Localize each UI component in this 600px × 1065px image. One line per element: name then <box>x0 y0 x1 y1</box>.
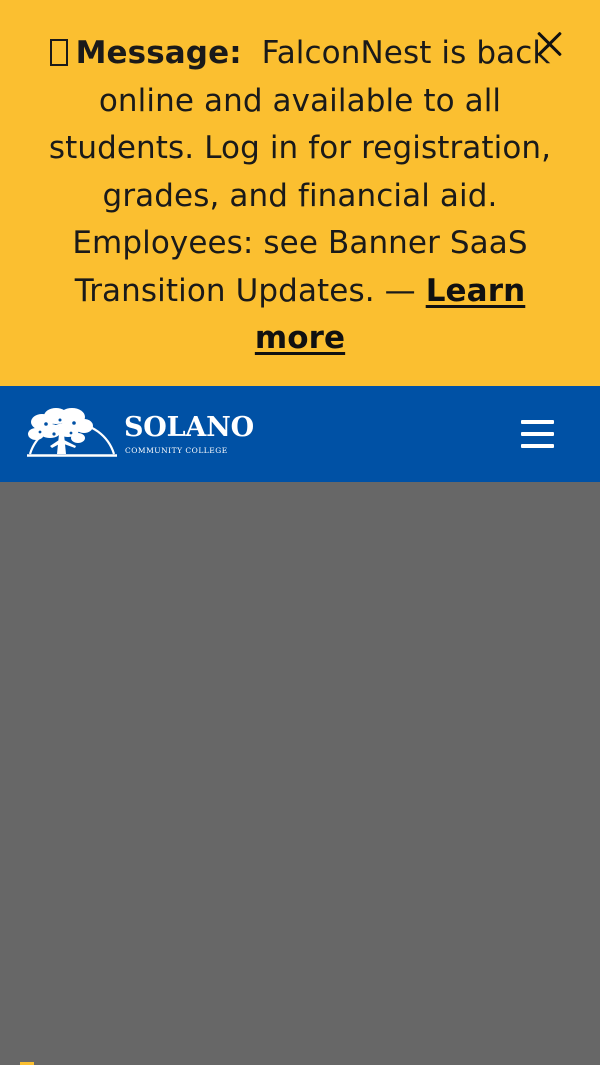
alert-banner: Message: FalconNest is back online and a… <box>0 0 600 386</box>
info-box-icon <box>49 39 68 66</box>
college-logo-link[interactable]: SOLANO COMMUNITY COLLEGE <box>26 404 266 462</box>
logo-title: SOLANO <box>124 412 254 443</box>
site-header: SOLANO COMMUNITY COLLEGE <box>0 386 600 482</box>
oak-tree-logo-icon <box>27 408 117 457</box>
logo-subtitle: COMMUNITY COLLEGE <box>125 446 228 455</box>
alert-label: Message: <box>75 35 242 71</box>
hamburger-menu-icon[interactable] <box>521 419 554 449</box>
close-icon[interactable] <box>532 26 568 62</box>
menu-bar <box>521 432 554 436</box>
menu-bar <box>521 444 554 448</box>
alert-text: Message: FalconNest is back online and a… <box>48 30 552 363</box>
main-content-area <box>0 482 600 1065</box>
menu-bar <box>521 420 554 424</box>
alert-message: FalconNest is back online and available … <box>48 35 552 309</box>
